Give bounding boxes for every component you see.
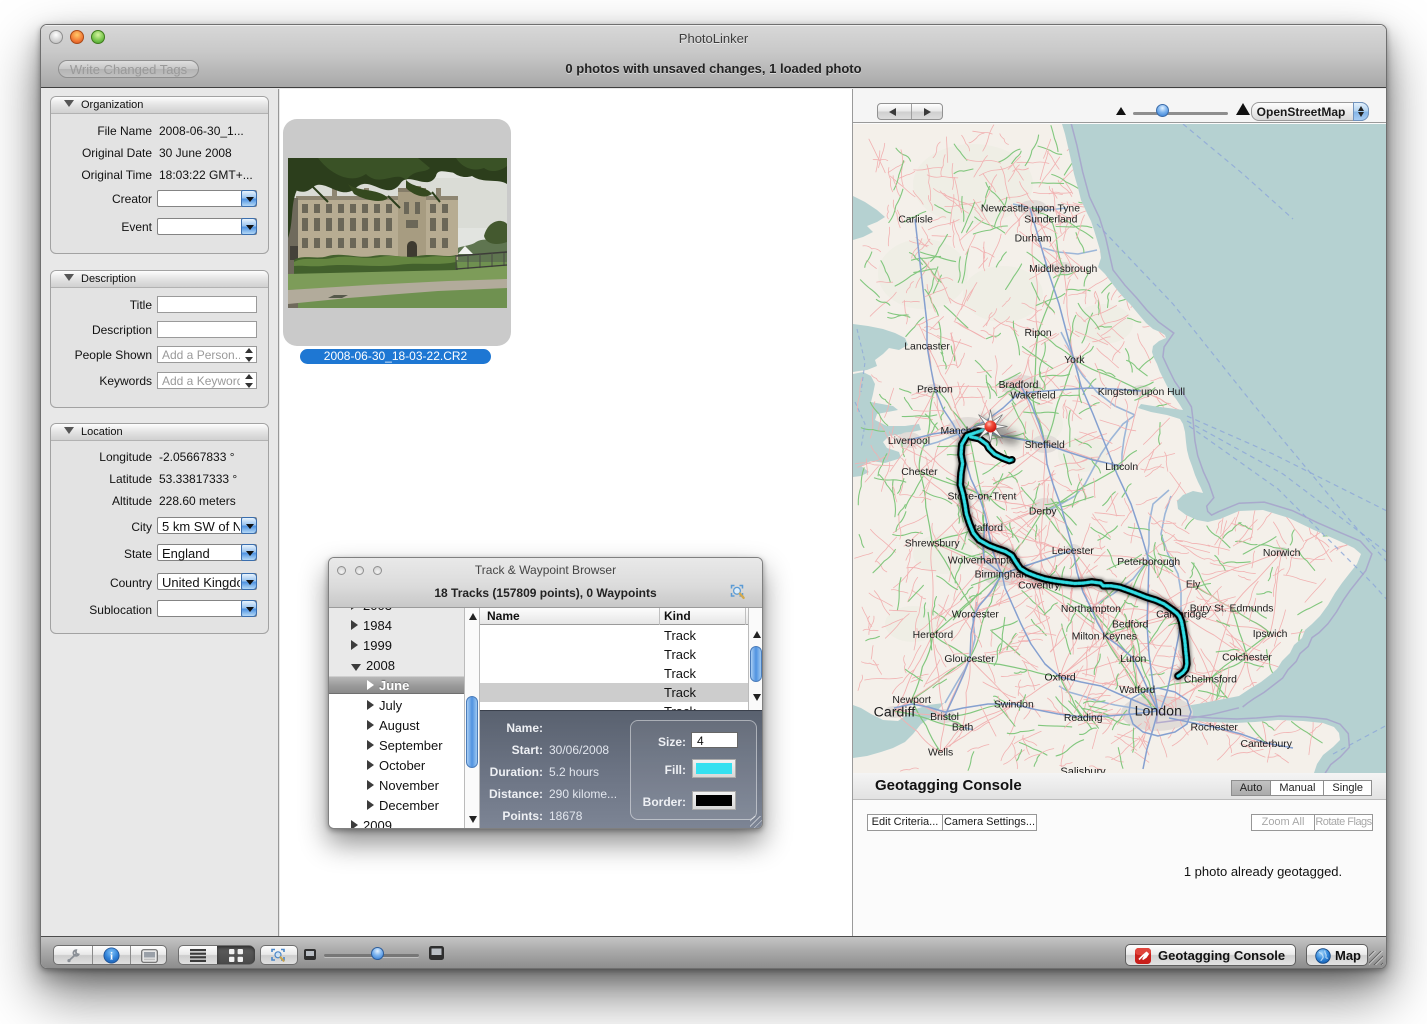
svg-text:Peterborough: Peterborough — [1117, 557, 1180, 568]
svg-text:Bath: Bath — [952, 723, 974, 734]
svg-text:Luton: Luton — [1120, 654, 1146, 665]
svg-text:Watford: Watford — [1119, 685, 1155, 696]
svg-text:Swindon: Swindon — [994, 699, 1034, 710]
svg-text:Liverpool: Liverpool — [888, 436, 930, 447]
svg-text:Derby: Derby — [1029, 507, 1058, 518]
svg-text:i: i — [110, 950, 113, 962]
svg-text:Chester: Chester — [901, 467, 938, 478]
svg-text:Ripon: Ripon — [1025, 328, 1052, 339]
svg-text:Reading: Reading — [1064, 713, 1103, 724]
svg-text:Sunderland: Sunderland — [1024, 215, 1077, 226]
svg-text:Salisbury: Salisbury — [1060, 766, 1106, 773]
svg-text:Canterbury: Canterbury — [1240, 739, 1292, 750]
svg-text:Carlisle: Carlisle — [898, 215, 933, 226]
svg-text:Colchester: Colchester — [1222, 652, 1272, 663]
svg-text:Sheffield: Sheffield — [1025, 440, 1065, 451]
svg-text:Preston: Preston — [917, 384, 953, 395]
svg-text:Newcastle upon Tyne: Newcastle upon Tyne — [981, 203, 1080, 214]
svg-text:Northampton: Northampton — [1061, 604, 1121, 615]
svg-text:Oxford: Oxford — [1045, 672, 1076, 683]
svg-text:Lancaster: Lancaster — [904, 342, 950, 353]
svg-text:Gloucester: Gloucester — [944, 654, 995, 665]
svg-text:London: London — [1135, 704, 1182, 720]
svg-text:York: York — [1064, 355, 1085, 366]
svg-text:Chelmsford: Chelmsford — [1184, 674, 1237, 685]
svg-text:Ely: Ely — [1186, 580, 1201, 591]
svg-text:Wells: Wells — [928, 748, 953, 759]
svg-text:Milton Keynes: Milton Keynes — [1072, 632, 1137, 643]
svg-text:Ipswich: Ipswich — [1253, 629, 1288, 640]
svg-text:Rochester: Rochester — [1191, 723, 1239, 734]
svg-text:Norwich: Norwich — [1263, 548, 1301, 559]
svg-text:Leicester: Leicester — [1052, 546, 1095, 557]
svg-text:Lincoln: Lincoln — [1105, 462, 1138, 473]
svg-text:Bedford: Bedford — [1112, 619, 1149, 630]
svg-text:Shrewsbury: Shrewsbury — [905, 538, 961, 549]
svg-text:Bury St. Edmunds: Bury St. Edmunds — [1190, 604, 1274, 615]
svg-text:Hereford: Hereford — [913, 630, 954, 641]
svg-text:Kingston upon Hull: Kingston upon Hull — [1098, 387, 1185, 398]
svg-text:Middlesbrough: Middlesbrough — [1029, 264, 1097, 275]
svg-text:Wakefield: Wakefield — [1010, 391, 1055, 402]
svg-text:Bradford: Bradford — [999, 380, 1039, 391]
svg-text:Cardiff: Cardiff — [874, 704, 916, 720]
svg-text:Durham: Durham — [1015, 233, 1052, 244]
svg-text:Worcester: Worcester — [952, 609, 1000, 620]
